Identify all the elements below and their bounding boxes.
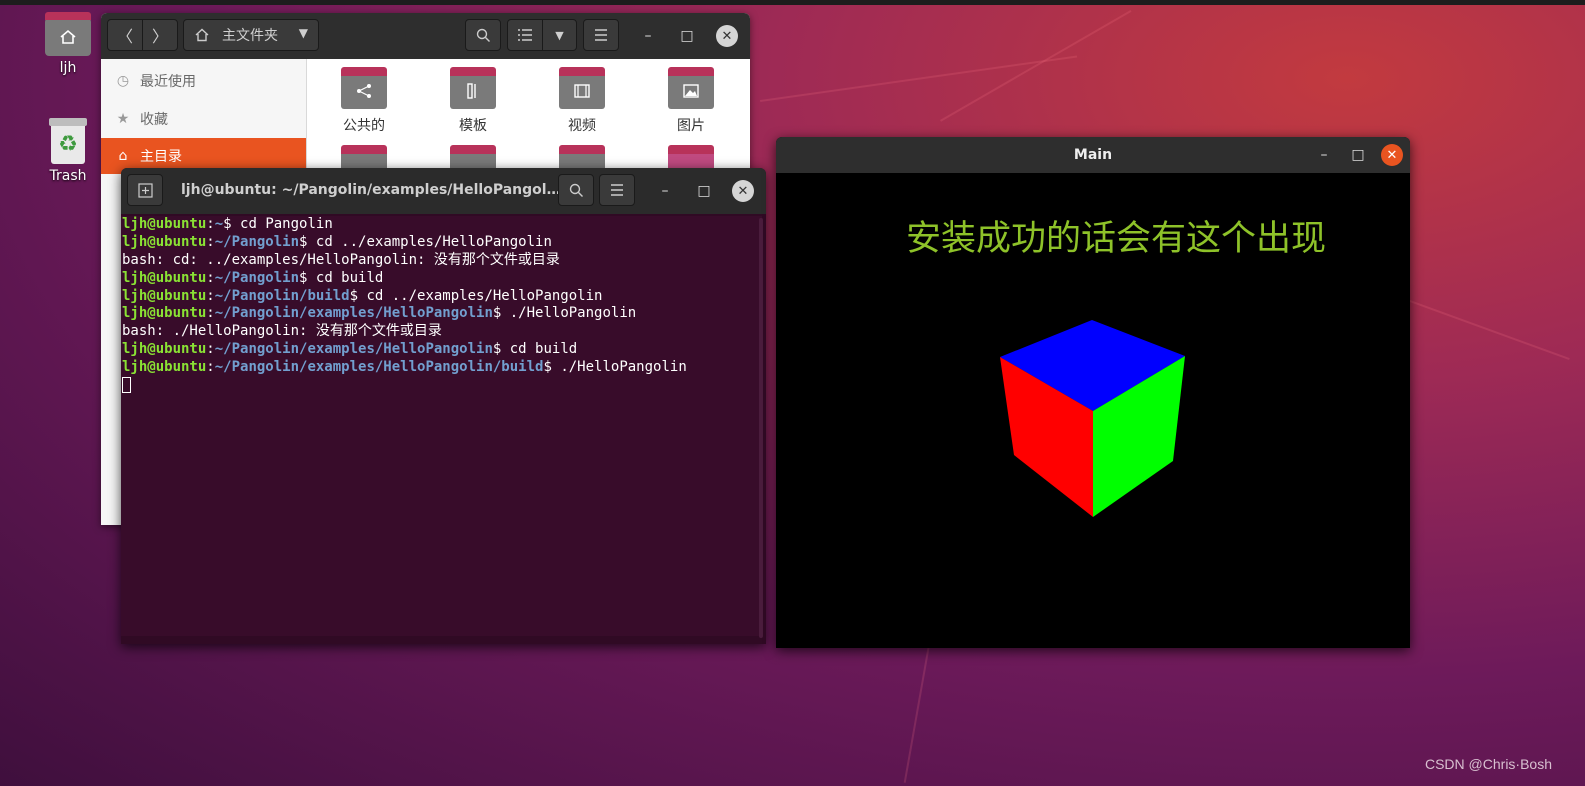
back-button[interactable]: 〈	[107, 19, 143, 51]
new-tab-button[interactable]	[127, 174, 163, 206]
sidebar-item-label: 最近使用	[140, 74, 196, 90]
folder-label: 图片	[677, 118, 705, 134]
chevron-down-icon: ▼	[555, 28, 564, 42]
sidebar-item-label: 主目录	[140, 149, 182, 165]
terminal-line: ljh@ubuntu:~/Pangolin/examples/HelloPang…	[122, 341, 578, 358]
file-manager-headerbar: 〈 〉 主文件夹 ▼ ▼ – □ ✕	[101, 13, 750, 59]
close-button[interactable]: ✕	[716, 25, 738, 47]
star-icon: ★	[116, 111, 130, 127]
terminal-line: ljh@ubuntu:~/Pangolin/examples/HelloPang…	[122, 305, 637, 322]
search-icon	[569, 183, 583, 197]
terminal-menu-button[interactable]	[599, 174, 635, 206]
folder-label: 公共的	[343, 118, 385, 134]
close-icon: ✕	[1386, 147, 1398, 163]
location-label: 主文件夹	[222, 28, 278, 44]
view-list-button[interactable]	[507, 19, 543, 51]
wallpaper-line	[903, 644, 930, 783]
terminal-line: ljh@ubuntu:~/Pangolin/examples/HelloPang…	[122, 359, 687, 376]
minimize-button[interactable]: –	[654, 180, 676, 202]
terminal-output[interactable]: ljh@ubuntu:~$ cd Pangolin ljh@ubuntu:~/P…	[121, 216, 762, 636]
terminal-scrollbar[interactable]	[759, 218, 763, 638]
watermark: CSDN @Chris·Bosh	[1424, 756, 1552, 772]
folder-label: 模板	[459, 118, 487, 134]
cube-canvas	[1000, 320, 1185, 517]
maximize-icon: □	[680, 28, 694, 44]
home-icon	[195, 28, 209, 42]
forward-button[interactable]: 〉	[142, 19, 178, 51]
maximize-button[interactable]: □	[693, 180, 715, 202]
terminal-line: ljh@ubuntu:~/Pangolin$ cd build	[122, 269, 384, 286]
terminal-cursor	[122, 377, 131, 394]
terminal-line: bash: cd: ../examples/HelloPangolin: 没有那…	[122, 251, 560, 268]
folder-templates[interactable]: 模板	[443, 67, 503, 135]
chevron-down-icon: ▼	[298, 26, 308, 40]
top-panel	[0, 0, 1585, 5]
sidebar-item-recent[interactable]: ◷ 最近使用	[101, 63, 306, 99]
minimize-icon: –	[1320, 147, 1328, 163]
trash-icon: ♻	[49, 118, 87, 164]
sidebar-item-label: 收藏	[140, 112, 168, 128]
minimize-icon: –	[644, 28, 652, 44]
close-icon: ✕	[737, 183, 749, 199]
desktop-home-folder[interactable]: ljh	[38, 12, 98, 76]
terminal-line: bash: ./HelloPangolin: 没有那个文件或目录	[122, 323, 442, 340]
terminal-search-button[interactable]	[558, 174, 594, 206]
pangolin-headerbar: Main – □ ✕	[776, 137, 1410, 173]
picture-icon	[668, 67, 714, 109]
terminal-line: ljh@ubuntu:~/Pangolin/build$ cd ../examp…	[122, 287, 603, 304]
folder-label: 视频	[568, 118, 596, 134]
terminal-cursor-line	[122, 377, 762, 395]
wallpaper-line	[1409, 300, 1570, 361]
new-tab-icon	[137, 182, 153, 198]
minimize-button[interactable]: –	[637, 25, 659, 47]
sidebar-item-starred[interactable]: ★ 收藏	[101, 101, 306, 137]
folder-public[interactable]: 公共的	[334, 67, 394, 135]
template-icon	[450, 67, 496, 109]
desktop-trash[interactable]: ♻ Trash	[38, 118, 98, 184]
desktop-home-label: ljh	[59, 60, 77, 76]
wallpaper-line	[760, 55, 1078, 102]
close-button[interactable]: ✕	[1381, 144, 1403, 166]
maximize-button[interactable]: □	[676, 25, 698, 47]
terminal-line: ljh@ubuntu:~/Pangolin$ cd ../examples/He…	[122, 233, 552, 250]
menu-button[interactable]	[583, 19, 619, 51]
terminal-headerbar: ljh@ubuntu: ~/Pangolin/examples/HelloPan…	[121, 168, 766, 214]
search-icon	[476, 28, 490, 42]
wallpaper-line	[940, 10, 1132, 122]
close-icon: ✕	[721, 28, 733, 44]
search-button[interactable]	[465, 19, 501, 51]
view-options-button[interactable]: ▼	[542, 19, 577, 51]
clock-icon: ◷	[116, 73, 130, 89]
maximize-button[interactable]: □	[1347, 144, 1369, 166]
terminal-window: ljh@ubuntu: ~/Pangolin/examples/HelloPan…	[121, 168, 766, 644]
maximize-icon: □	[1351, 147, 1365, 163]
terminal-title: ljh@ubuntu: ~/Pangolin/examples/HelloPan…	[181, 182, 561, 198]
location-button[interactable]: 主文件夹 ▼	[183, 19, 319, 51]
folder-pictures[interactable]: 图片	[661, 67, 721, 135]
chevron-left-icon: 〈	[116, 27, 133, 46]
close-button[interactable]: ✕	[732, 180, 754, 202]
terminal-line: ljh@ubuntu:~$ cd Pangolin	[122, 216, 333, 232]
minimize-icon: –	[661, 183, 669, 199]
home-icon: ⌂	[118, 148, 128, 164]
video-icon	[559, 67, 605, 109]
maximize-icon: □	[697, 183, 711, 199]
list-view-icon	[518, 29, 532, 41]
share-icon	[341, 67, 387, 109]
hamburger-icon	[611, 184, 623, 196]
minimize-button[interactable]: –	[1313, 144, 1335, 166]
folder-videos[interactable]: 视频	[552, 67, 612, 135]
desktop-trash-label: Trash	[49, 168, 87, 184]
chevron-right-icon: 〉	[151, 27, 168, 46]
home-folder-icon	[45, 12, 91, 56]
hamburger-icon	[595, 29, 607, 41]
pangolin-window: Main – □ ✕ 安装成功的话会有这个出现	[776, 137, 1410, 648]
